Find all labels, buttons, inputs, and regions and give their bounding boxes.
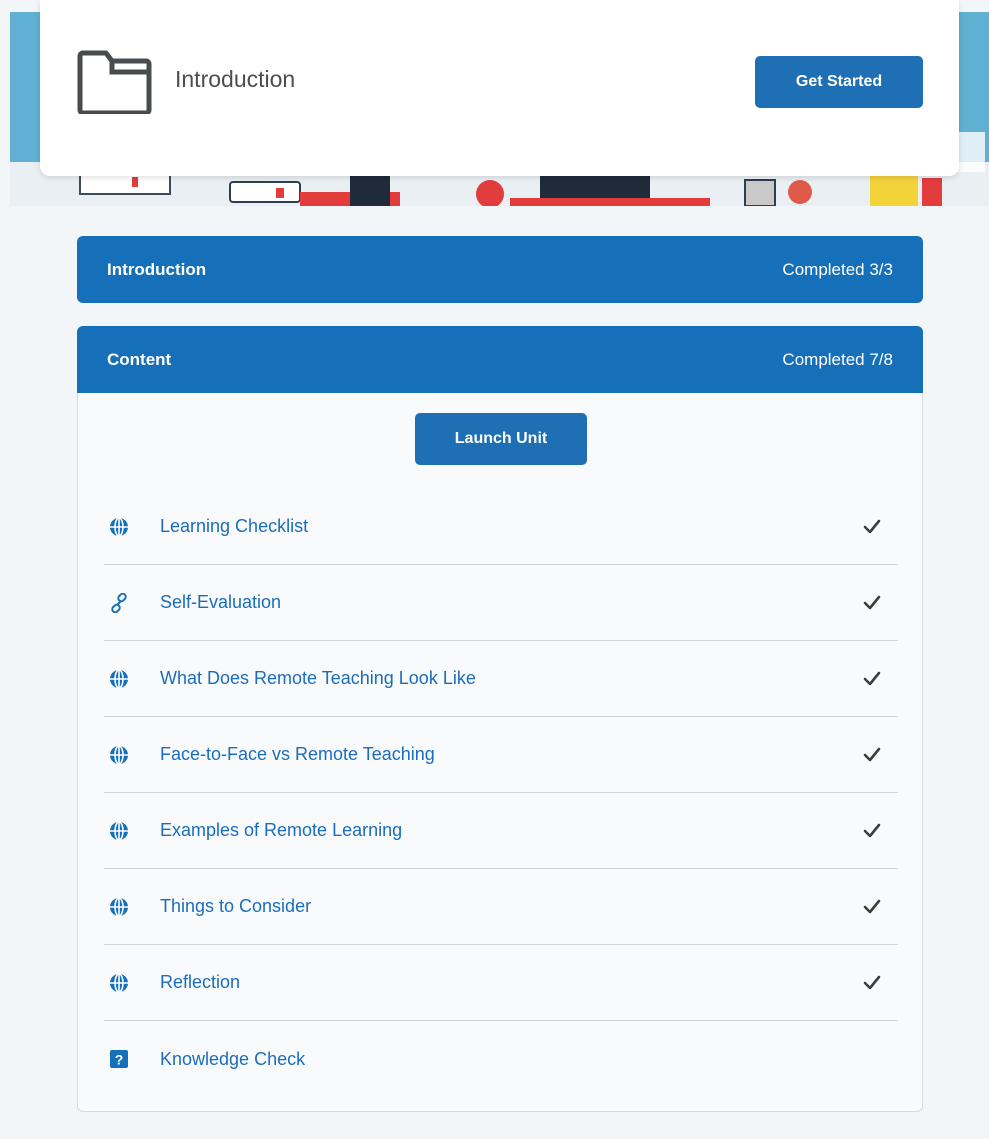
list-item[interactable]: Learning Checklist bbox=[104, 489, 898, 565]
list-item[interactable]: Reflection bbox=[104, 945, 898, 1021]
page-title: Introduction bbox=[175, 66, 296, 92]
list-item[interactable]: ? Knowledge Check bbox=[104, 1021, 898, 1097]
list-item-label[interactable]: Things to Consider bbox=[160, 896, 311, 917]
get-started-button[interactable]: Get Started bbox=[755, 56, 923, 108]
checkmark-icon bbox=[863, 519, 881, 534]
globe-icon bbox=[108, 668, 130, 690]
svg-text:?: ? bbox=[115, 1052, 124, 1068]
list-item-label[interactable]: Learning Checklist bbox=[160, 516, 308, 537]
checkmark-icon bbox=[863, 671, 881, 686]
introduction-section-title: Introduction bbox=[107, 259, 207, 279]
content-section-header[interactable]: Content Completed 7/8 bbox=[77, 326, 923, 393]
list-item[interactable]: Face-to-Face vs Remote Teaching bbox=[104, 717, 898, 793]
checkmark-icon bbox=[863, 823, 881, 838]
quiz-icon: ? bbox=[108, 1048, 130, 1070]
content-section-body: Launch Unit Learning Checklist Self-Eval… bbox=[77, 393, 923, 1112]
folder-icon bbox=[77, 50, 152, 114]
checkmark-icon bbox=[863, 975, 881, 990]
list-item[interactable]: Self-Evaluation bbox=[104, 565, 898, 641]
checkmark-icon bbox=[863, 595, 881, 610]
list-item-label[interactable]: Reflection bbox=[160, 972, 240, 993]
list-item-label[interactable]: What Does Remote Teaching Look Like bbox=[160, 668, 476, 689]
checkmark-icon bbox=[863, 899, 881, 914]
list-item[interactable]: Things to Consider bbox=[104, 869, 898, 945]
checkmark-icon bbox=[863, 747, 881, 762]
globe-icon bbox=[108, 820, 130, 842]
launch-unit-button[interactable]: Launch Unit bbox=[415, 413, 587, 465]
list-item-label[interactable]: Examples of Remote Learning bbox=[160, 820, 402, 841]
globe-icon bbox=[108, 744, 130, 766]
list-item[interactable]: What Does Remote Teaching Look Like bbox=[104, 641, 898, 717]
link-icon bbox=[108, 592, 130, 614]
content-section-title: Content bbox=[107, 349, 172, 369]
content-completion-status: Completed 7/8 bbox=[782, 349, 893, 369]
list-item[interactable]: Examples of Remote Learning bbox=[104, 793, 898, 869]
list-item-label[interactable]: Self-Evaluation bbox=[160, 592, 281, 613]
globe-icon bbox=[108, 972, 130, 994]
content-item-list: Learning Checklist Self-Evaluation What … bbox=[104, 489, 898, 1097]
list-item-label[interactable]: Face-to-Face vs Remote Teaching bbox=[160, 744, 435, 765]
list-item-label[interactable]: Knowledge Check bbox=[160, 1049, 305, 1070]
introduction-section-header[interactable]: Introduction Completed 3/3 bbox=[77, 236, 923, 303]
introduction-completion-status: Completed 3/3 bbox=[782, 259, 893, 279]
globe-icon bbox=[108, 516, 130, 538]
globe-icon bbox=[108, 896, 130, 918]
